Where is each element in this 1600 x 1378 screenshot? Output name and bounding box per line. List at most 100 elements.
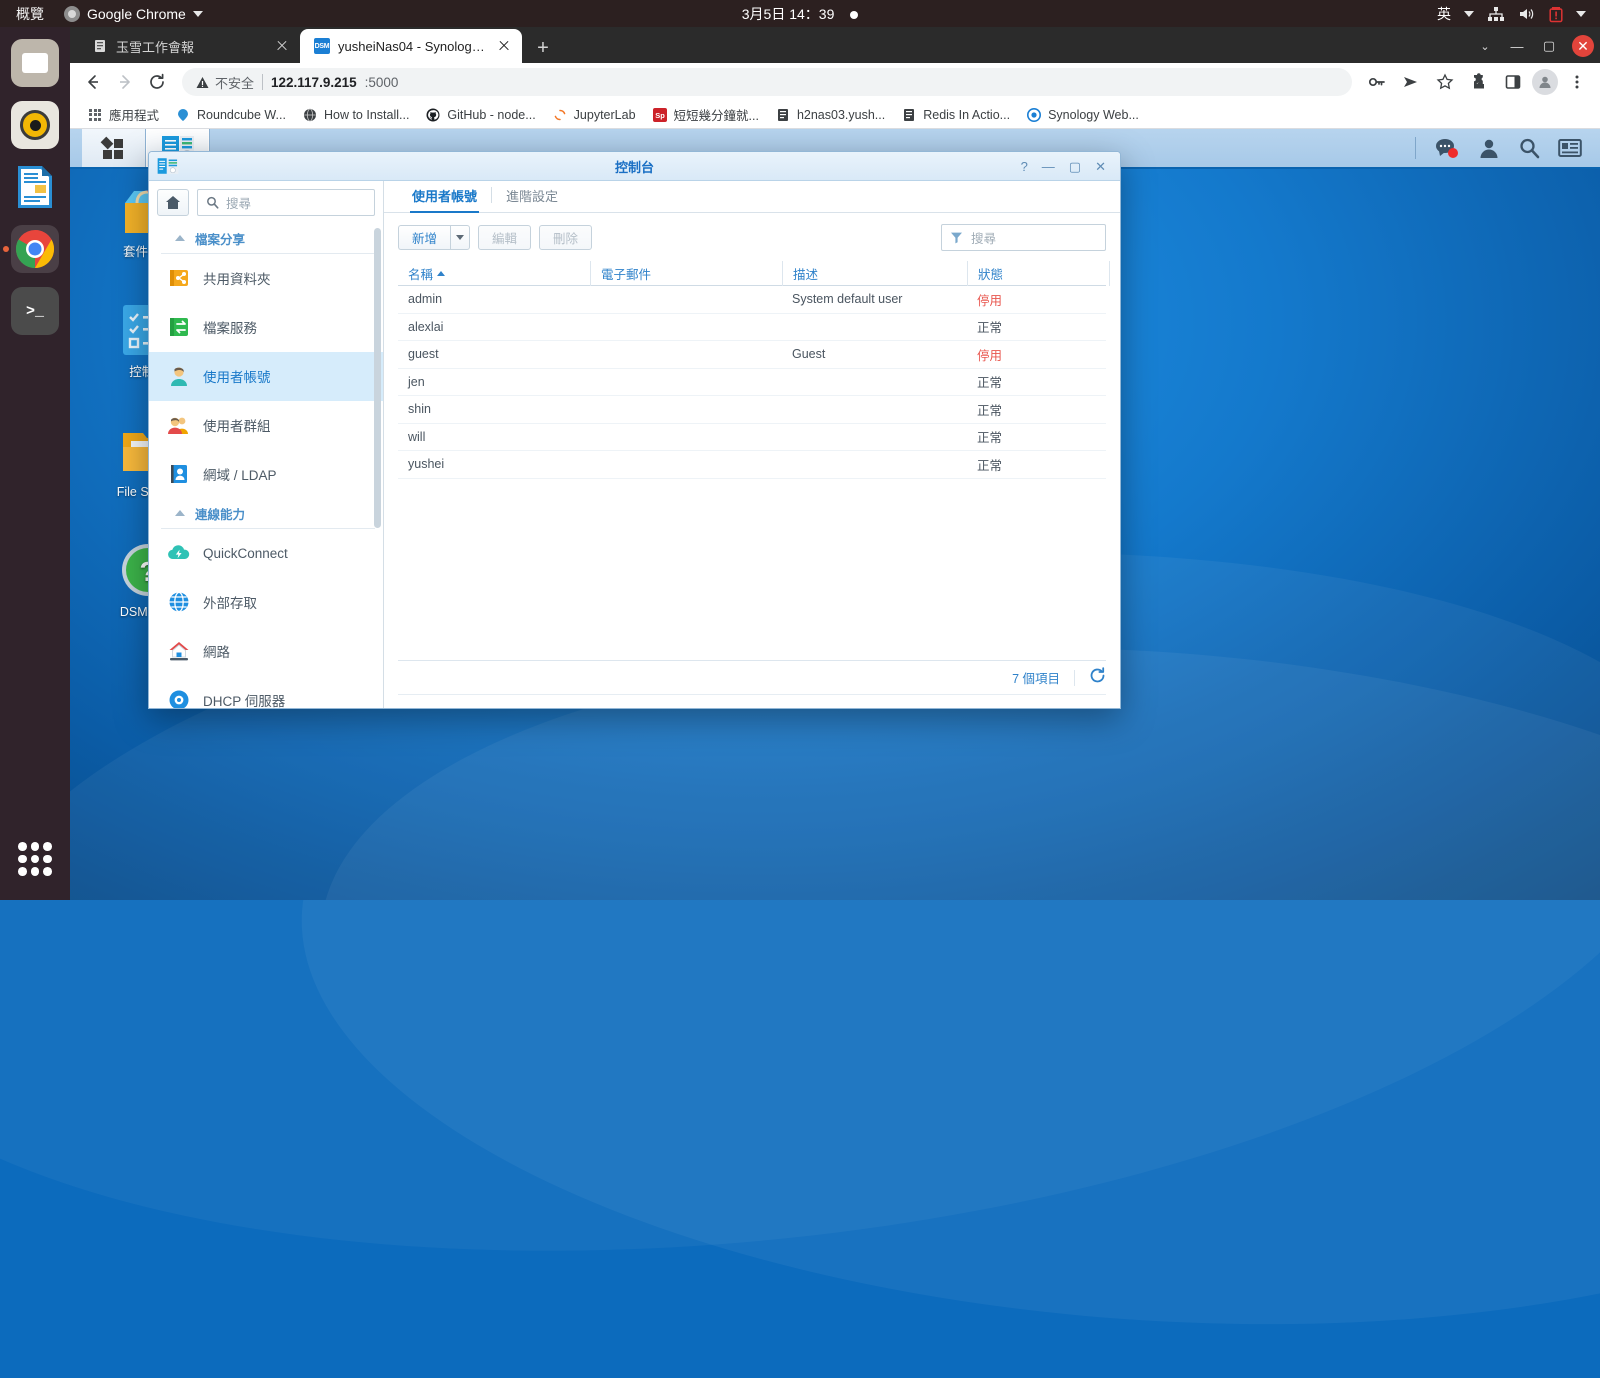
- close-button[interactable]: ✕: [1095, 160, 1106, 173]
- sidebar-item-shared-folder[interactable]: 共用資料夾: [149, 254, 383, 303]
- sidebar-item-user-group[interactable]: 使用者群組: [149, 401, 383, 450]
- more-menu-icon[interactable]: [1562, 67, 1592, 97]
- notifications-icon[interactable]: [1434, 137, 1460, 159]
- bookmark-roundcube[interactable]: Roundcube W...: [168, 105, 293, 125]
- column-header-name[interactable]: 名稱: [398, 261, 590, 286]
- table-row[interactable]: guest Guest 停用: [398, 341, 1106, 369]
- address-bar[interactable]: 不安全 122.117.9.215:5000: [182, 68, 1352, 96]
- page-viewport: 套件中心 控制台: [70, 129, 1600, 900]
- sidebar-item-quickconnect[interactable]: QuickConnect: [149, 529, 383, 578]
- delete-button[interactable]: 刪除: [539, 225, 592, 250]
- browser-tab-0[interactable]: 玉雪工作會報: [78, 29, 300, 63]
- maximize-button[interactable]: ▢: [1069, 160, 1081, 173]
- table-row[interactable]: alexlai 正常: [398, 314, 1106, 342]
- battery-alert-icon[interactable]: [1549, 5, 1563, 23]
- external-access-icon: [167, 590, 191, 614]
- tab-advanced-settings[interactable]: 進階設定: [494, 186, 570, 212]
- cell-status: 正常: [967, 427, 1109, 446]
- bookmark-how-to-install[interactable]: How to Install...: [295, 105, 416, 125]
- sidebar-group-file-sharing[interactable]: 檔案分享: [161, 224, 375, 254]
- rhythmbox-icon[interactable]: [11, 101, 59, 149]
- bookmark-short-video[interactable]: Sp 短短幾分鐘就...: [645, 103, 766, 126]
- browser-tab-1[interactable]: DSM yusheiNas04 - Synology Di: [300, 29, 522, 63]
- extensions-puzzle-icon[interactable]: [1464, 67, 1494, 97]
- bookmark-redis-in-action[interactable]: Redis In Actio...: [894, 105, 1017, 125]
- column-header-status[interactable]: 狀態: [967, 261, 1109, 286]
- terminal-icon[interactable]: >_: [11, 287, 59, 335]
- bookmark-label: h2nas03.yush...: [797, 108, 885, 122]
- refresh-icon[interactable]: [1089, 667, 1106, 688]
- control-panel-titlebar[interactable]: 控制台 ? — ▢ ✕: [149, 152, 1120, 181]
- show-applications-icon[interactable]: [18, 842, 52, 876]
- control-panel-sidebar: 搜尋 檔案分享: [149, 181, 384, 708]
- table-row[interactable]: yushei 正常: [398, 451, 1106, 479]
- create-button[interactable]: 新增: [398, 225, 450, 250]
- sidebar-search-input[interactable]: 搜尋: [197, 189, 375, 216]
- sidebar-item-user-account[interactable]: 使用者帳號: [149, 352, 383, 401]
- back-icon[interactable]: [78, 67, 108, 97]
- help-button[interactable]: ?: [1021, 160, 1028, 173]
- security-warning[interactable]: 不安全: [196, 73, 254, 92]
- sidebar-group-connectivity[interactable]: 連線能力: [161, 499, 375, 529]
- table-row[interactable]: admin System default user 停用: [398, 286, 1106, 314]
- table-row[interactable]: will 正常: [398, 424, 1106, 452]
- minimize-button[interactable]: —: [1502, 33, 1532, 59]
- cell-name: jen: [398, 375, 590, 389]
- widgets-icon[interactable]: [1558, 137, 1582, 159]
- google-chrome-icon[interactable]: [11, 225, 59, 273]
- table-row[interactable]: shin 正常: [398, 396, 1106, 424]
- edit-button[interactable]: 編輯: [478, 225, 531, 250]
- window-bottom-strip: [398, 694, 1106, 708]
- profile-avatar-icon[interactable]: [1532, 69, 1558, 95]
- activities-overview-button[interactable]: 概覽: [0, 4, 56, 24]
- clock[interactable]: 3月5日 14：39: [0, 4, 1600, 24]
- bookmark-apps[interactable]: 應用程式: [80, 103, 166, 126]
- libreoffice-writer-icon[interactable]: [11, 163, 59, 211]
- sidebar-item-dhcp-server[interactable]: DHCP 伺服器: [149, 676, 383, 708]
- system-menu-chevron-down-icon[interactable]: [1576, 11, 1586, 17]
- minimize-button[interactable]: —: [1042, 160, 1055, 173]
- table-row[interactable]: jen 正常: [398, 369, 1106, 397]
- reload-icon[interactable]: [142, 67, 172, 97]
- send-icon[interactable]: [1396, 67, 1426, 97]
- close-icon[interactable]: [496, 38, 512, 54]
- user-options-icon[interactable]: [1478, 137, 1500, 159]
- column-header-description[interactable]: 描述: [782, 261, 967, 286]
- sidebar-item-domain-ldap[interactable]: 網域 / LDAP: [149, 450, 383, 499]
- cell-description: Guest: [782, 347, 967, 361]
- files-icon[interactable]: [11, 39, 59, 87]
- language-chevron-down-icon[interactable]: [1464, 11, 1474, 17]
- create-dropdown-button[interactable]: [450, 225, 470, 250]
- tab-search-chevron-icon[interactable]: ⌄: [1470, 33, 1500, 59]
- column-header-label: 電子郵件: [601, 264, 651, 283]
- bookmark-github[interactable]: GitHub - node...: [418, 105, 542, 125]
- sidebar-item-external-access[interactable]: 外部存取: [149, 578, 383, 627]
- sidepanel-icon[interactable]: [1498, 67, 1528, 97]
- password-key-icon[interactable]: [1362, 67, 1392, 97]
- home-icon[interactable]: [157, 189, 189, 216]
- new-tab-button[interactable]: +: [532, 38, 554, 58]
- maximize-button[interactable]: ▢: [1534, 33, 1564, 59]
- network-icon[interactable]: [1487, 6, 1505, 22]
- tab-user-account[interactable]: 使用者帳號: [400, 186, 489, 212]
- table-filter-input[interactable]: 搜尋: [941, 224, 1106, 251]
- sidebar-scrollbar[interactable]: [374, 228, 381, 528]
- close-button[interactable]: ✕: [1572, 35, 1594, 57]
- bookmark-jupyterlab[interactable]: JupyterLab: [545, 105, 643, 125]
- forward-icon[interactable]: [110, 67, 140, 97]
- taskbar-item-package-center[interactable]: [82, 129, 146, 167]
- sidebar-item-file-services[interactable]: 檔案服務: [149, 303, 383, 352]
- close-icon[interactable]: [274, 38, 290, 54]
- app-menu-button[interactable]: Google Chrome: [64, 6, 203, 22]
- bookmark-star-icon[interactable]: [1430, 67, 1460, 97]
- bookmark-h2nas03[interactable]: h2nas03.yush...: [768, 105, 892, 125]
- input-language-label[interactable]: 英: [1437, 4, 1451, 24]
- bookmark-synology-web[interactable]: Synology Web...: [1019, 105, 1146, 125]
- chevron-up-icon: [175, 235, 185, 241]
- column-header-email[interactable]: 電子郵件: [590, 261, 782, 286]
- search-icon[interactable]: [1518, 137, 1540, 159]
- app-menu-label: Google Chrome: [87, 6, 186, 22]
- volume-icon[interactable]: [1518, 6, 1536, 22]
- bookmark-label: 應用程式: [109, 105, 159, 124]
- sidebar-item-network[interactable]: 網路: [149, 627, 383, 676]
